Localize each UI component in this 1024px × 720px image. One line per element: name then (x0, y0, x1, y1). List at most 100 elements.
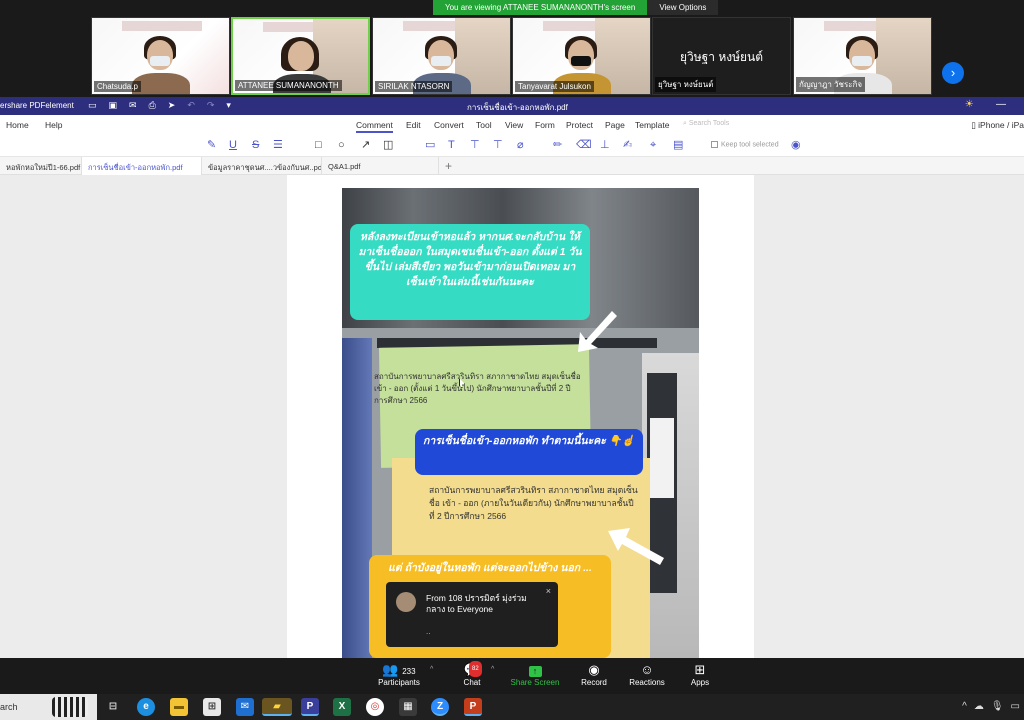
participant-name: SIRILAK NTASORN (375, 81, 453, 92)
menu-protect[interactable]: Protect (566, 120, 593, 130)
participant-tile[interactable]: Tanyavarat Julsukon (512, 17, 651, 95)
undo-icon[interactable]: ↶ (187, 100, 195, 111)
menu-view[interactable]: View (505, 120, 523, 130)
chrome-icon[interactable]: ◎ (366, 698, 384, 716)
participant-name: ยุวิษฐา หงษ์ยนต์ (655, 77, 717, 92)
participant-name: Chatsuda.p (94, 81, 141, 92)
underline-icon[interactable]: U (229, 138, 237, 152)
participants-button[interactable]: 👥 233 Participants (376, 662, 422, 687)
redo-icon[interactable]: ↷ (207, 100, 215, 111)
overlay-caption-top: หลังลงทะเบียนเข้าหอแล้ว หากนศ.จะกลับบ้าน… (350, 224, 590, 320)
windows-taskbar: arch ⊟ e ▬ ⊞ ✉ ▰ P X ◎ ▦ Z P ^ ☁ 🎙 ▭ (0, 694, 1024, 720)
pencil-icon[interactable]: ✏ (553, 138, 562, 152)
participant-gallery: Chatsuda.p ATTANEE SUMANANONTH SIRILAK N… (0, 16, 1024, 96)
participant-tile[interactable]: SIRILAK NTASORN (372, 17, 511, 95)
measure-icon[interactable]: ⌖ (650, 138, 656, 152)
chevron-up-icon[interactable]: ^ (962, 701, 967, 712)
share-screen-button[interactable]: ↑ Share Screen (509, 662, 561, 687)
customize-icon[interactable]: ▾ (226, 100, 231, 111)
highlight-icon[interactable]: ✎ (207, 138, 216, 152)
menu-convert[interactable]: Convert (434, 120, 464, 130)
app-name: ershare PDFelement (0, 101, 74, 110)
folder-icon[interactable]: ▭ (88, 100, 97, 111)
chevron-up-icon[interactable]: ^ (430, 666, 433, 673)
menu-template[interactable]: Template (635, 120, 670, 130)
mail-icon[interactable]: ✉ (236, 698, 254, 716)
file-explorer-icon[interactable]: ▬ (170, 698, 188, 716)
chat-notification-text: From 108 ปรารมิตร์ มุ่งร่วมกลาง to Every… (426, 593, 527, 614)
sun-icon[interactable]: ☀ (965, 99, 974, 110)
participant-tile[interactable]: กัญญาฎา วัชระกิจ (793, 17, 932, 95)
chat-button[interactable]: 💬82 Chat (455, 661, 489, 687)
oval-icon[interactable]: ○ (338, 138, 345, 152)
system-tray: ^ ☁ 🎙 ▭ (962, 701, 1020, 712)
add-tab-icon[interactable]: + (445, 159, 452, 173)
chevron-right-icon[interactable]: › (942, 62, 964, 84)
calculator-icon[interactable]: ▦ (399, 698, 417, 716)
tab-document-2-active[interactable]: การเซ็นชื่อเข้า-ออกหอพัก.pdf (82, 157, 202, 175)
record-label: Record (581, 678, 607, 687)
stamp-icon[interactable]: ⊥ (600, 138, 610, 152)
participant-tile-video-off[interactable]: ยุวิษฐา หงษ์ยนต์ ยุวิษฐา หงษ์ยนต์ (652, 17, 791, 95)
print-icon[interactable]: ⎙ (149, 100, 156, 111)
share-screen-label: Share Screen (510, 678, 560, 687)
arrow-icon[interactable]: ↗ (361, 138, 370, 152)
menu-edit[interactable]: Edit (406, 120, 421, 130)
tab-document-3[interactable]: ข้อมูลราคาชุดนศ....วข้องกับนศ..pdf (202, 157, 322, 175)
record-button[interactable]: ◉ Record (578, 662, 610, 687)
save-icon[interactable]: ▣ (109, 100, 118, 111)
eraser-icon[interactable]: ⌫ (576, 138, 592, 152)
reactions-label: Reactions (629, 678, 665, 687)
rectangle-icon[interactable]: □ (315, 138, 322, 152)
participant-tile-active-speaker[interactable]: ATTANEE SUMANANONTH (231, 17, 370, 95)
menu-help[interactable]: Help (45, 120, 62, 130)
task-view-icon[interactable]: ⊟ (104, 698, 122, 716)
textbox-icon[interactable]: ⊤ (470, 138, 480, 152)
participant-tile[interactable]: Chatsuda.p (91, 17, 230, 95)
shape-more-icon[interactable]: ◫ (383, 138, 393, 152)
powerpoint-icon[interactable]: P (464, 698, 482, 716)
menu-tool[interactable]: Tool (476, 120, 492, 130)
menu-comment[interactable]: Comment (356, 120, 393, 133)
tab-document-1[interactable]: หอพักหอใหม่ปี1-66.pdf (0, 157, 82, 175)
menu-home[interactable]: Home (6, 120, 29, 130)
zoom-icon[interactable]: Z (431, 698, 449, 716)
attachment-icon[interactable]: ⌀ (517, 138, 524, 152)
view-options-button[interactable]: View Options (647, 0, 719, 15)
avatar (396, 592, 416, 612)
signature-icon[interactable]: ✍ (623, 138, 632, 152)
search-tools-input[interactable]: ⌕ Search Tools (683, 120, 729, 128)
screen: You are viewing ATTANEE SUMANANONTH's sc… (0, 0, 1024, 720)
menu-page[interactable]: Page (605, 120, 625, 130)
note-icon[interactable]: ▭ (425, 138, 435, 152)
tab-document-4[interactable]: Q&A1.pdf (322, 157, 439, 175)
microphone-icon[interactable]: 🎙 (991, 701, 1004, 712)
mail-icon[interactable]: ✉ (129, 100, 137, 111)
callout-icon[interactable]: ⊤ (493, 138, 503, 152)
edge-icon[interactable]: e (137, 698, 155, 716)
minimize-icon[interactable]: — (996, 99, 1006, 110)
viewing-banner: You are viewing ATTANEE SUMANANONTH's sc… (433, 0, 719, 15)
manage-comments-icon[interactable]: ▤ (673, 138, 683, 152)
text-icon[interactable]: T (448, 138, 455, 152)
reactions-button[interactable]: ☺ Reactions (626, 662, 668, 687)
chevron-up-icon[interactable]: ^ (491, 666, 494, 673)
menu-form[interactable]: Form (535, 120, 555, 130)
network-icon[interactable]: ▭ (1011, 701, 1020, 712)
search-icon: ⌕ (683, 120, 687, 127)
cloud-icon[interactable]: ☁ (974, 701, 984, 712)
strikethrough-icon[interactable]: S (252, 138, 259, 152)
apps-button[interactable]: ⊞ Apps (688, 662, 712, 687)
pdfelement-icon[interactable]: P (301, 698, 319, 716)
close-icon[interactable]: × (546, 586, 551, 596)
share-icon[interactable]: ➤ (168, 100, 176, 111)
replace-text-icon[interactable]: ☰ (273, 138, 283, 152)
excel-icon[interactable]: X (333, 698, 351, 716)
sticky-notes-icon[interactable]: ▰ (262, 698, 292, 716)
chat-notification[interactable]: From 108 ปรารมิตร์ มุ่งร่วมกลาง to Every… (386, 582, 558, 647)
store-icon[interactable]: ⊞ (203, 698, 221, 716)
eye-icon[interactable]: ◉ (791, 138, 801, 152)
device-link[interactable]: ▯ iPhone / iPa (971, 120, 1024, 131)
keep-tool-selected-checkbox[interactable]: Keep tool selected (711, 141, 779, 148)
chat-label: Chat (463, 678, 481, 687)
